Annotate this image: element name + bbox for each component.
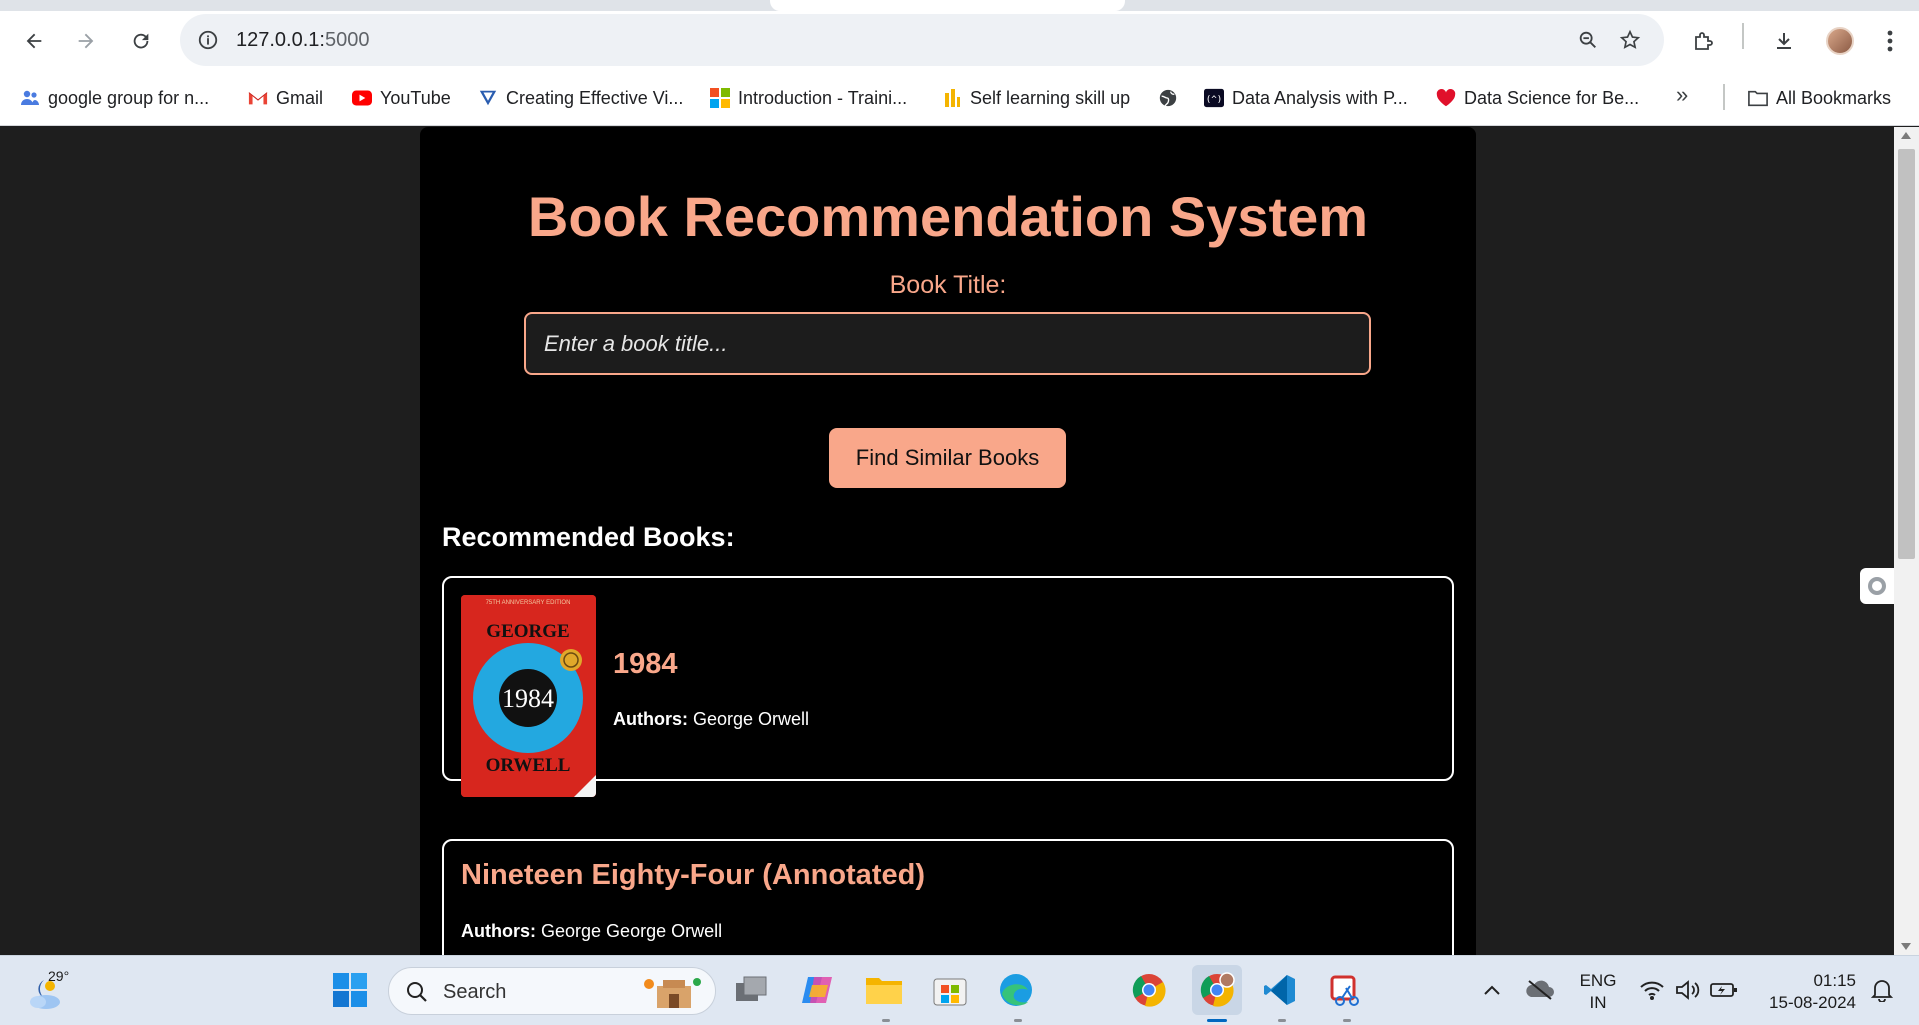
notifications-bell-icon[interactable]	[1862, 970, 1902, 1010]
freecodecamp-icon: (^)	[1204, 88, 1224, 108]
bookmark-item[interactable]: Data Science for Be...	[1436, 84, 1639, 112]
folder-icon	[1748, 88, 1768, 108]
forward-icon[interactable]	[66, 23, 106, 59]
all-bookmarks-button[interactable]: All Bookmarks	[1748, 84, 1891, 112]
svg-text:GEORGE: GEORGE	[486, 621, 569, 642]
app-container: Book Recommendation System Book Title: F…	[420, 127, 1476, 955]
gmail-icon	[248, 88, 268, 108]
windows-start-icon[interactable]	[330, 970, 370, 1010]
page-scrollbar[interactable]	[1894, 127, 1919, 955]
system-clock[interactable]: 01:15 15-08-2024	[1760, 970, 1856, 1014]
edge-browser-icon[interactable]	[996, 970, 1036, 1010]
recommended-books-heading: Recommended Books:	[442, 522, 735, 552]
bookmark-item[interactable]: Gmail	[248, 84, 323, 112]
book-card: Nineteen Eighty-Four (Annotated) Authors…	[442, 839, 1454, 955]
reload-icon[interactable]	[121, 23, 161, 59]
running-indicator	[1278, 1019, 1286, 1022]
youtube-icon	[352, 88, 372, 108]
running-indicator	[1343, 1019, 1351, 1022]
windows-taskbar: 29° Search ENG IN 01:15 15-08-2024	[0, 955, 1919, 1025]
running-indicator	[1014, 1019, 1022, 1022]
page-title: Book Recommendation System	[527, 185, 1369, 248]
active-app-indicator	[1207, 1019, 1227, 1022]
running-indicator	[882, 1019, 890, 1022]
book-authors: Authors: George George Orwell	[461, 921, 723, 941]
profile-avatar[interactable]	[1822, 23, 1858, 59]
language-indicator[interactable]: ENG IN	[1578, 970, 1618, 1014]
search-highlight-icon	[639, 974, 705, 1010]
taskbar-search[interactable]: Search	[388, 967, 716, 1015]
menu-kebab-icon[interactable]	[1872, 23, 1908, 59]
scrollbar-thumb[interactable]	[1898, 149, 1915, 559]
zoom-icon[interactable]	[1574, 26, 1602, 54]
bookmark-item[interactable]: YouTube	[352, 84, 451, 112]
book-authors: Authors: George Orwell	[613, 709, 810, 729]
microsoft-store-icon[interactable]	[930, 970, 970, 1010]
volume-icon[interactable]	[1668, 970, 1708, 1010]
url-text[interactable]: 127.0.0.1:5000	[236, 29, 369, 52]
heart-icon	[1436, 88, 1456, 108]
book-title: Nineteen Eighty-Four (Annotated)	[461, 859, 925, 891]
bookmarks-bar: google group for n... Gmail YouTube Crea…	[0, 70, 1919, 126]
download-icon[interactable]	[1766, 23, 1802, 59]
task-view-icon[interactable]	[732, 970, 772, 1010]
weather-widget[interactable]: 29°	[24, 968, 74, 1014]
book-title-label: Book Title:	[889, 271, 1007, 299]
toolbar-divider	[1742, 23, 1744, 49]
back-icon[interactable]	[14, 23, 54, 59]
bookmark-star-icon[interactable]	[1616, 26, 1644, 54]
bookmark-item[interactable]: Introduction - Traini...	[710, 84, 907, 112]
scroll-up-arrow-icon[interactable]	[1901, 132, 1911, 139]
microsoft-icon	[710, 88, 730, 108]
file-explorer-icon[interactable]	[864, 970, 904, 1010]
side-panel-toggle-icon[interactable]	[1860, 568, 1894, 604]
bookmark-item[interactable]: Self learning skill up	[942, 84, 1130, 112]
bookmarks-divider	[1723, 84, 1725, 110]
battery-icon[interactable]	[1704, 970, 1744, 1010]
bookmark-site-icon	[478, 88, 498, 108]
onedrive-offline-icon[interactable]	[1520, 970, 1560, 1010]
svg-text:(^): (^)	[1206, 94, 1223, 105]
extensions-icon[interactable]	[1686, 23, 1722, 59]
book-title-input[interactable]	[524, 312, 1371, 375]
bookmark-item[interactable]: Creating Effective Vi...	[478, 84, 683, 112]
more-bookmarks-button[interactable]: »	[1676, 82, 1688, 108]
globe-icon	[1158, 88, 1178, 108]
people-icon	[20, 88, 40, 108]
svg-text:1984: 1984	[502, 684, 554, 713]
search-icon	[405, 980, 429, 1009]
tab-strip	[0, 0, 1919, 11]
wifi-icon[interactable]	[1632, 970, 1672, 1010]
bookmark-item[interactable]	[1158, 84, 1178, 112]
chrome-profile-icon[interactable]	[1192, 965, 1242, 1015]
page-viewport: Book Recommendation System Book Title: F…	[0, 127, 1894, 955]
active-tab[interactable]	[770, 0, 1125, 11]
chart-icon	[942, 88, 962, 108]
book-cover-image: 75TH ANNIVERSARY EDITION GEORGE 1984 ORW…	[461, 595, 596, 797]
snipping-tool-icon[interactable]	[1325, 970, 1365, 1010]
temperature-text: 29°	[48, 968, 70, 984]
site-info-icon[interactable]	[194, 26, 222, 54]
scroll-down-arrow-icon[interactable]	[1901, 943, 1911, 950]
chrome-icon[interactable]	[1129, 970, 1169, 1010]
svg-text:75TH ANNIVERSARY EDITION: 75TH ANNIVERSARY EDITION	[486, 600, 571, 606]
show-hidden-icons-chevron-icon[interactable]	[1472, 970, 1512, 1010]
svg-text:ORWELL: ORWELL	[486, 755, 571, 776]
browser-toolbar: 127.0.0.1:5000	[0, 11, 1919, 70]
address-bar[interactable]: 127.0.0.1:5000	[180, 14, 1664, 66]
find-similar-books-button[interactable]: Find Similar Books	[829, 428, 1066, 488]
vscode-icon[interactable]	[1260, 970, 1300, 1010]
copilot-icon[interactable]	[798, 970, 838, 1010]
book-title: 1984	[613, 648, 678, 680]
book-card: 75TH ANNIVERSARY EDITION GEORGE 1984 ORW…	[442, 576, 1454, 797]
bookmark-item[interactable]: google group for n...	[20, 84, 209, 112]
bookmark-item[interactable]: (^) Data Analysis with P...	[1204, 84, 1408, 112]
